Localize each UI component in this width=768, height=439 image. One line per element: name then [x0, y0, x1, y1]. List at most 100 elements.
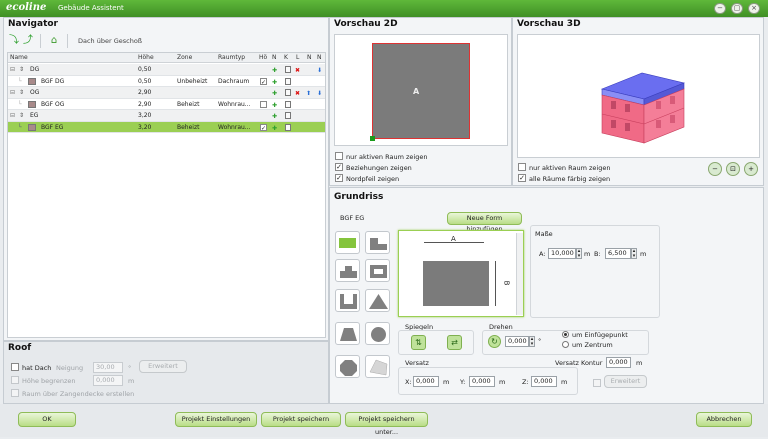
limit-height-checkbox[interactable] [11, 376, 19, 384]
collapse-icon[interactable]: ⊟ [10, 89, 15, 96]
copy-icon[interactable] [285, 100, 291, 108]
collapse-icon[interactable]: ⊟ [10, 112, 15, 119]
only-active-room-2d-checkbox[interactable] [335, 152, 343, 160]
new-shape-button[interactable]: Neue Form hinzufügen [447, 212, 522, 233]
add-icon[interactable]: ✚ [272, 124, 277, 133]
copy-icon[interactable] [285, 112, 291, 119]
ok-button[interactable]: OK [18, 412, 76, 427]
roof-over-floor-label[interactable]: Dach über Geschoß [78, 37, 142, 45]
column-header[interactable]: Raumtyp [218, 54, 245, 61]
height-checkbox[interactable]: ✓ [260, 123, 267, 132]
shape-t-button[interactable] [335, 259, 360, 282]
has-roof-checkbox[interactable] [11, 363, 19, 371]
rotate-spinner[interactable]: ▴ ▾ [529, 336, 535, 347]
mirror-horizontal-icon[interactable]: ⇄ [447, 335, 462, 350]
add-icon[interactable]: ✚ [272, 112, 277, 121]
add-icon[interactable]: ✚ [272, 101, 277, 110]
height-checkbox[interactable]: ✓ [260, 77, 267, 86]
column-header[interactable]: N [272, 54, 277, 61]
preview-3d-canvas[interactable] [517, 34, 760, 158]
copy-icon[interactable] [285, 77, 291, 85]
maximize-button[interactable]: ▢ [731, 3, 743, 14]
column-header[interactable]: N [307, 54, 312, 61]
delete-icon[interactable]: ✖ [295, 89, 300, 98]
column-header[interactable]: N [317, 54, 322, 61]
copy-icon[interactable] [285, 66, 291, 73]
only-active-room-3d-checkbox[interactable] [518, 163, 526, 171]
arrow-down-right-icon[interactable]: ⤵ [8, 35, 20, 47]
shape-rectangle-button[interactable] [335, 231, 360, 254]
table-row-selected[interactable]: └ BGF EG 3,20 Beheizt Wohnrau... ✓ ✚ [8, 121, 325, 133]
close-button[interactable]: × [748, 3, 760, 14]
height-checkbox[interactable] [260, 100, 267, 108]
column-header[interactable]: K [284, 54, 288, 61]
shape-circle-button[interactable] [365, 322, 390, 345]
collar-room-checkbox[interactable] [11, 389, 19, 397]
rotate-input[interactable]: 0,000 [505, 336, 529, 347]
shape-octagon-button[interactable] [335, 355, 360, 378]
zoom-in-icon[interactable]: + [744, 162, 758, 176]
zoom-fit-icon[interactable]: ⊡ [726, 162, 740, 176]
table-row[interactable]: ⊟ ⇕ OG 2,90 ✚ ✖ ⬆ ⬇ [8, 87, 325, 99]
x-input[interactable]: 0,000 [413, 376, 439, 387]
only-active-room-3d-label: nur aktiven Raum zeigen [529, 164, 611, 172]
shape-trapezoid-button[interactable] [335, 322, 360, 345]
project-settings-button[interactable]: Projekt Einstellungen [175, 412, 257, 427]
shape-frame-button[interactable] [365, 259, 390, 282]
z-input[interactable]: 0,000 [531, 376, 557, 387]
cancel-button[interactable]: Abbrechen [696, 412, 752, 427]
b-input[interactable]: 6,500 [605, 248, 631, 259]
add-icon[interactable]: ✚ [272, 89, 277, 98]
column-header[interactable]: Zone [177, 54, 192, 61]
column-header[interactable]: Name [10, 54, 28, 61]
move-up-icon[interactable]: ⬆ [306, 89, 311, 98]
table-row[interactable]: ⊟ ⇕ EG 3,20 ✚ [8, 110, 325, 122]
title-bar: ecoline Gebäude Assistent − ▢ × [0, 0, 768, 17]
shape-u-button[interactable] [335, 289, 360, 312]
around-center-radio[interactable] [562, 341, 569, 348]
delete-icon[interactable]: ✖ [295, 66, 300, 75]
column-header[interactable]: Höhe [138, 54, 154, 61]
column-header[interactable]: L [296, 54, 299, 61]
zoom-out-icon[interactable]: − [708, 162, 722, 176]
copy-icon[interactable] [285, 123, 291, 131]
offset-advanced-checkbox[interactable] [593, 379, 601, 387]
rotate-icon[interactable]: ↻ [488, 335, 501, 348]
show-north-arrow-checkbox[interactable]: ✓ [335, 174, 343, 182]
table-row[interactable]: └ BGF DG 0,50 Unbeheizt Dachraum ✓ ✚ [8, 76, 325, 87]
copy-icon[interactable] [285, 89, 291, 96]
mirror-vertical-icon[interactable]: ⇅ [411, 335, 426, 350]
b-spinner[interactable]: ▴ ▾ [631, 248, 637, 259]
offset-advanced-button[interactable]: Erweitert [604, 375, 647, 388]
arrow-up-left-icon[interactable]: ⤴ [22, 35, 34, 47]
show-relations-checkbox[interactable]: ✓ [335, 163, 343, 171]
column-header[interactable]: Hö [259, 54, 267, 61]
collapse-icon[interactable]: ⊟ [10, 66, 15, 73]
table-row[interactable]: └ BGF OG 2,90 Beheizt Wohnrau... ✚ [8, 99, 325, 110]
limit-height-input[interactable]: 0,000 [93, 375, 123, 386]
shape-l-button[interactable] [365, 231, 390, 254]
offset-contour-input[interactable]: 0,000 [606, 357, 631, 368]
a-input[interactable]: 10,000 [548, 248, 576, 259]
roof-advanced-button[interactable]: Erweitert [139, 360, 187, 373]
around-insertion-radio[interactable] [562, 331, 569, 338]
save-project-button[interactable]: Projekt speichern [261, 412, 341, 427]
preview-2d-canvas[interactable]: A [334, 34, 508, 146]
shape-editor-canvas[interactable]: A B [398, 230, 524, 317]
row-height: 2,90 [138, 100, 152, 108]
move-down-icon[interactable]: ⬇ [317, 89, 322, 98]
a-spinner[interactable]: ▴ ▾ [576, 248, 582, 259]
slope-input[interactable]: 30,00 [93, 362, 123, 373]
table-row[interactable]: ⊟ ⇕ DG 0,50 ✚ ✖ ⬇ [8, 64, 325, 76]
color-all-rooms-checkbox[interactable]: ✓ [518, 174, 526, 182]
move-down-icon[interactable]: ⬇ [317, 66, 322, 75]
shape-triangle-button[interactable] [365, 289, 390, 312]
editor-scrollbar[interactable] [516, 233, 523, 315]
save-project-as-button[interactable]: Projekt speichern unter... [345, 412, 428, 436]
add-icon[interactable]: ✚ [272, 78, 277, 87]
minimize-button[interactable]: − [714, 3, 726, 14]
y-input[interactable]: 0,000 [469, 376, 495, 387]
shape-freeform-button[interactable] [365, 355, 390, 378]
add-icon[interactable]: ✚ [272, 66, 277, 75]
home-icon[interactable]: ⌂ [48, 35, 60, 47]
